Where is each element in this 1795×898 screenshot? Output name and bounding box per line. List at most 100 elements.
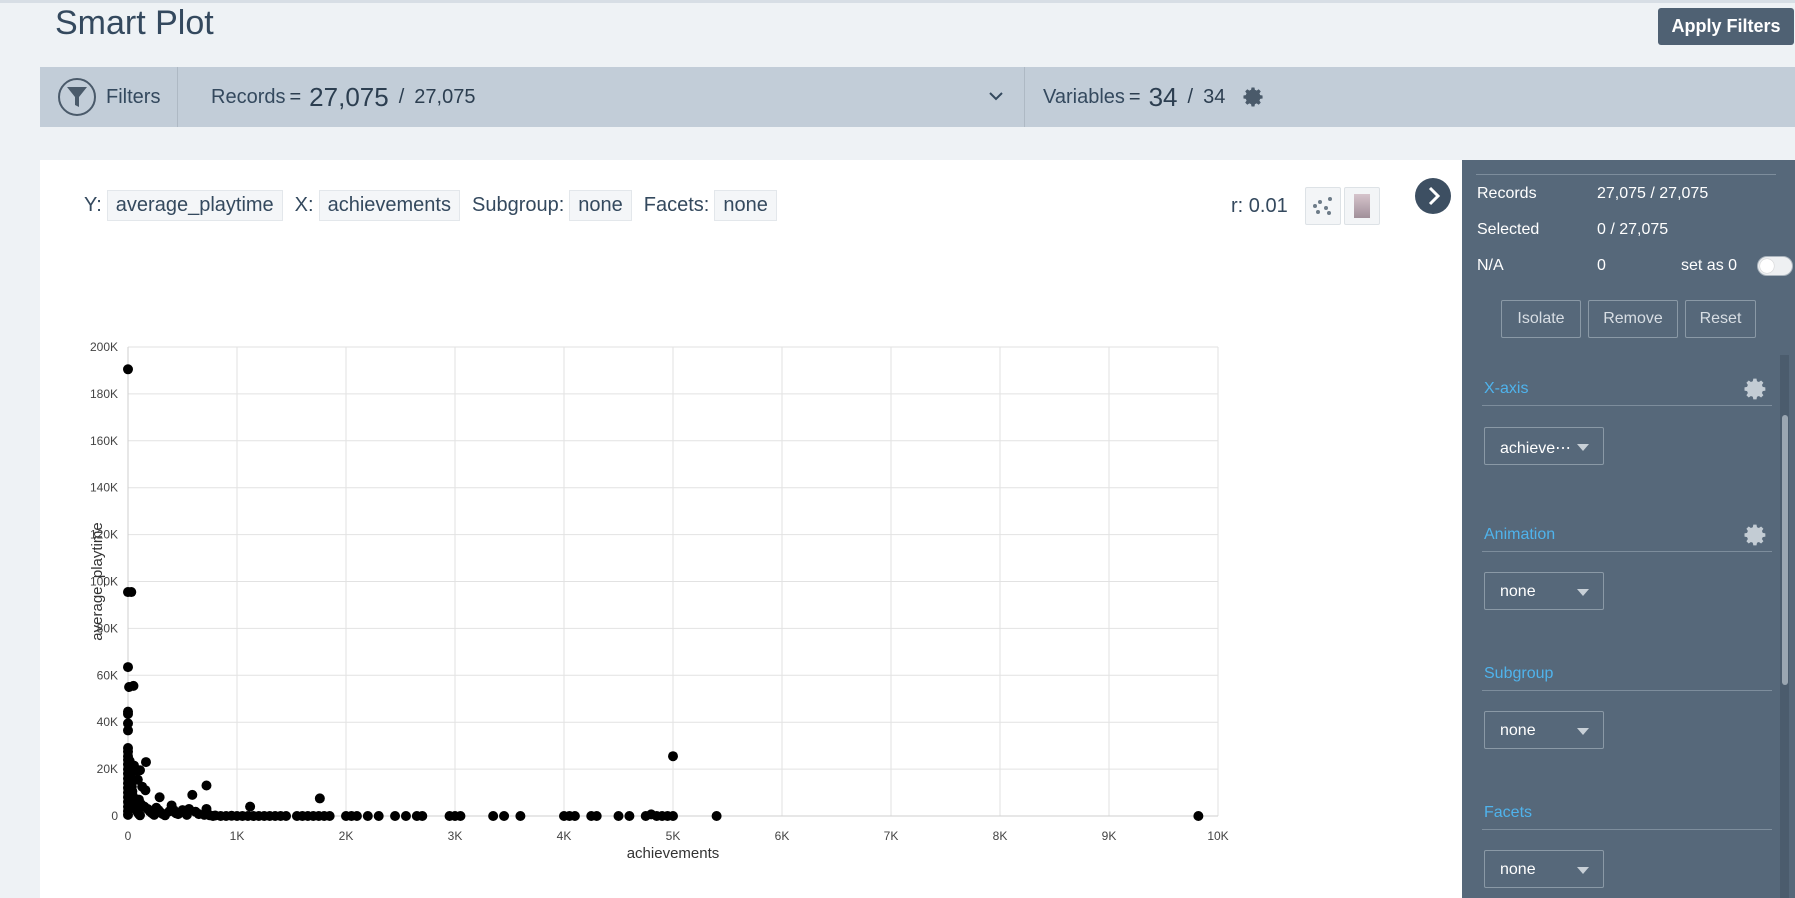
subgroup-divider	[1482, 690, 1772, 691]
records-total-count: 27,075	[414, 85, 476, 108]
set-as-zero-label: set as 0	[1681, 257, 1738, 274]
chevron-down-icon	[989, 92, 1003, 101]
gear-icon[interactable]	[1243, 86, 1265, 108]
y-tick-label: 60K	[97, 668, 118, 682]
records-filtered-count: 27,075	[309, 81, 389, 112]
x-tick-label: 10K	[1207, 829, 1228, 843]
records-dropdown[interactable]: Records = 27,075 / 27,075	[195, 67, 1025, 127]
sidebar-na-label: N/A	[1477, 257, 1504, 274]
facets-divider	[1482, 829, 1772, 830]
data-point	[134, 810, 145, 821]
expand-sidebar-button[interactable]	[1415, 178, 1451, 214]
set-as-zero-toggle[interactable]	[1757, 256, 1793, 276]
plot-toolbar: Y: average_playtime X: achievements Subg…	[84, 190, 789, 221]
x-variable-token[interactable]: achievements	[318, 190, 460, 221]
x-tick-label: 1K	[230, 829, 245, 843]
data-point	[569, 811, 580, 821]
animation-select[interactable]: none	[1484, 572, 1604, 610]
chevron-down-icon	[1577, 444, 1589, 451]
subgroup-section-title: Subgroup	[1484, 665, 1554, 682]
data-point	[613, 811, 624, 821]
facets-token[interactable]: none	[714, 190, 777, 221]
x-tick-label: 2K	[339, 829, 354, 843]
data-point	[455, 811, 466, 821]
y-tick-label: 180K	[90, 387, 118, 401]
plot-sidebar: Records 27,075 / 27,075 Selected 0 / 27,…	[1462, 160, 1795, 898]
filters-label: Filters	[106, 85, 161, 108]
records-slash: /	[398, 85, 405, 108]
xaxis-divider	[1482, 405, 1772, 406]
data-point	[124, 682, 135, 693]
y-axis-title: average_playtime	[89, 522, 106, 640]
variables-label: Variables	[1043, 85, 1125, 108]
apply-filters-button[interactable]: Apply Filters	[1658, 8, 1794, 45]
chevron-down-icon	[1577, 589, 1589, 596]
scatter-plot-icon	[1313, 197, 1332, 215]
data-point	[324, 811, 335, 821]
sidebar-records-value: 27,075 / 27,075	[1597, 185, 1709, 202]
data-point	[400, 811, 411, 821]
y-tick-label: 200K	[90, 340, 118, 354]
data-point	[488, 811, 499, 821]
sidebar-selected-value: 0 / 27,075	[1597, 221, 1669, 238]
sidebar-selected-row: Selected 0 / 27,075	[1477, 221, 1792, 239]
data-point	[515, 811, 526, 821]
xaxis-select[interactable]: achieve⋯	[1484, 427, 1604, 465]
data-point	[123, 725, 133, 736]
y-tick-label: 0	[111, 809, 118, 823]
x-tick-label: 9K	[1102, 829, 1117, 843]
facets-label: Facets:	[643, 194, 710, 216]
variables-slash: /	[1187, 85, 1194, 108]
subgroup-token[interactable]: none	[569, 190, 632, 221]
filter-bar: Filters Records = 27,075 / 27,075 Variab…	[40, 67, 1795, 127]
data-point	[668, 751, 678, 762]
x-axis-label: X:	[294, 194, 314, 216]
sidebar-na-value: 0	[1597, 257, 1606, 274]
data-points	[123, 364, 1204, 821]
x-tick-label: 6K	[775, 829, 790, 843]
color-gradient-button[interactable]	[1344, 187, 1380, 225]
scatter-chart[interactable]: 0 1K 2K 3K 4K 5K 6K 7K 8K 9K 10K 020K40K60K80K100K…	[40, 260, 1462, 898]
sidebar-divider	[1476, 174, 1776, 175]
sidebar-selected-label: Selected	[1477, 221, 1540, 238]
chevron-down-icon	[1577, 867, 1589, 874]
data-point	[668, 811, 678, 821]
variables-selected-count: 34	[1148, 81, 1178, 112]
sidebar-records-row: Records 27,075 / 27,075	[1477, 185, 1792, 203]
color-gradient-icon	[1354, 194, 1370, 218]
data-point	[123, 662, 133, 673]
page-title: Smart Plot	[55, 4, 214, 42]
sidebar-records-label: Records	[1477, 185, 1537, 202]
records-equals: =	[289, 85, 302, 108]
correlation-value: r: 0.01	[1231, 195, 1288, 217]
funnel-icon	[58, 78, 96, 116]
variables-equals: =	[1128, 85, 1141, 108]
x-tick-label: 8K	[993, 829, 1008, 843]
y-variable-token[interactable]: average_playtime	[106, 190, 283, 221]
chart-grid	[127, 346, 1219, 817]
reset-button[interactable]: Reset	[1685, 300, 1756, 338]
gear-icon[interactable]	[1744, 523, 1768, 547]
variables-dropdown[interactable]: Variables = 34 / 34	[1027, 67, 1795, 127]
sidebar-scrollbar[interactable]	[1782, 415, 1788, 685]
filters-toggle[interactable]: Filters	[40, 67, 178, 127]
x-tick-label: 5K	[666, 829, 681, 843]
subgroup-select[interactable]: none	[1484, 711, 1604, 749]
isolate-button[interactable]: Isolate	[1501, 300, 1581, 338]
facets-select-value: none	[1500, 861, 1536, 878]
data-point	[187, 789, 198, 800]
subgroup-label: Subgroup:	[471, 194, 565, 216]
data-point	[351, 811, 362, 821]
animation-section-title: Animation	[1484, 526, 1556, 543]
data-point	[201, 780, 212, 791]
xaxis-section-title: X-axis	[1484, 380, 1529, 397]
x-axis-title: achievements	[627, 845, 720, 862]
top-divider	[0, 0, 1795, 3]
remove-button[interactable]: Remove	[1588, 300, 1678, 338]
gear-icon[interactable]	[1744, 377, 1768, 401]
data-point	[417, 811, 428, 821]
data-point	[245, 801, 256, 812]
x-tick-label: 7K	[884, 829, 899, 843]
facets-select[interactable]: none	[1484, 850, 1604, 888]
scatter-plot-button[interactable]	[1305, 187, 1341, 225]
